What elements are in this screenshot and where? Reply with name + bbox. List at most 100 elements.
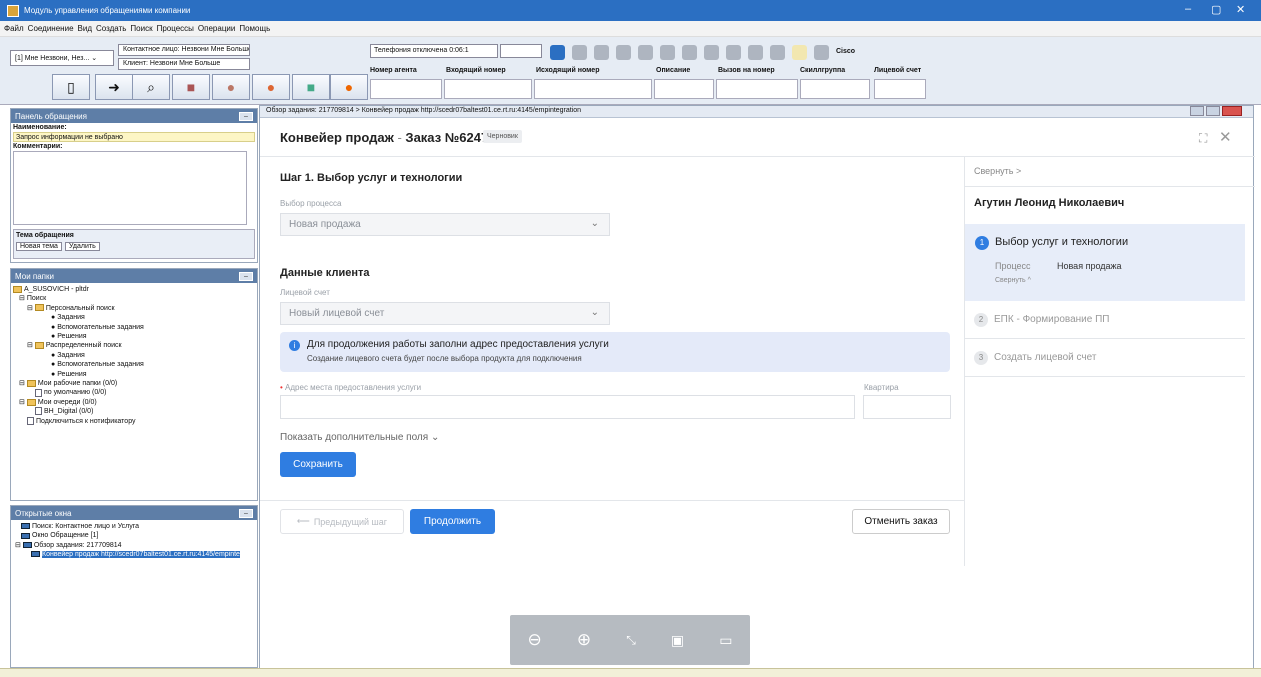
menu-view[interactable]: Вид xyxy=(78,24,92,33)
tree-item[interactable]: A_SUSOVICH - pltdr xyxy=(13,285,255,294)
tree-item[interactable]: ⊟ Поиск xyxy=(13,294,255,303)
page-title: Конвейер продаж - Заказ №6247 xyxy=(280,130,489,145)
close-button[interactable]: ✕ xyxy=(1236,3,1245,16)
report-button[interactable]: ■ xyxy=(292,74,330,100)
close-icon[interactable]: ✕ xyxy=(1219,128,1232,146)
apartment-input[interactable] xyxy=(863,395,951,419)
step-active[interactable]: 1 Выбор услуг и технологии Процесс Новая … xyxy=(965,224,1245,301)
fullscreen-icon[interactable]: ⛶ xyxy=(1199,131,1207,146)
tree-item[interactable]: ⊟ Персональный поиск xyxy=(13,304,255,313)
settings-icon[interactable] xyxy=(814,45,829,60)
search-button[interactable]: ⌕ xyxy=(132,74,170,100)
cancel-order-button[interactable]: Отменить заказ xyxy=(852,509,950,534)
account-select[interactable]: Новый лицевой счет ⌄ xyxy=(280,302,610,325)
request-panel-header: Панель обращения – xyxy=(11,109,257,123)
process-select[interactable]: Новая продажа ⌄ xyxy=(280,213,610,236)
window-item[interactable]: Поиск: Контактное лицо и Услуга xyxy=(13,522,255,531)
window-item[interactable]: ⊟ Обзор задания: 217709814 xyxy=(13,541,255,550)
collapse-small-link[interactable]: Свернуть ^ xyxy=(995,277,1031,284)
step-3[interactable]: 3 Создать лицевой счет xyxy=(974,351,1096,365)
mute-icon[interactable] xyxy=(682,45,697,60)
info-banner: i Для продолжения работы заполни адрес п… xyxy=(280,332,950,372)
zoom-in-icon[interactable]: ⊕ xyxy=(577,630,591,650)
address-label: • Адрес места предоставления услуги xyxy=(280,383,422,392)
menu-file[interactable]: Файл xyxy=(4,24,24,33)
open-button[interactable]: ➜ xyxy=(95,74,133,100)
dial-icon[interactable] xyxy=(770,45,785,60)
new-document-button[interactable]: ▯ xyxy=(52,74,90,100)
money-button[interactable]: ● xyxy=(252,74,290,100)
tree-item[interactable]: ⊟ Мои очереди (0/0) xyxy=(13,398,255,407)
client-section-title: Данные клиента xyxy=(280,267,370,279)
minimize-folders-button[interactable]: – xyxy=(239,271,253,281)
menu-create[interactable]: Создать xyxy=(96,24,126,33)
title-bar: Модуль управления обращениями компании –… xyxy=(0,0,1261,21)
menu-connection[interactable]: Соединение xyxy=(28,24,74,33)
account-field[interactable] xyxy=(874,79,926,99)
comments-textarea[interactable] xyxy=(13,151,247,225)
queue-icon[interactable] xyxy=(748,45,763,60)
save-button[interactable]: Сохранить xyxy=(280,452,356,477)
menu-search[interactable]: Поиск xyxy=(130,24,152,33)
collapse-link[interactable]: Свернуть > xyxy=(974,166,1021,176)
mdi-title: Обзор задания: 217709814 > Конвейер прод… xyxy=(260,106,1253,118)
skill-group-field[interactable] xyxy=(800,79,870,99)
more-fields-link[interactable]: Показать дополнительные поля ⌄ xyxy=(280,432,439,443)
hangup-icon[interactable] xyxy=(616,45,631,60)
tree-item[interactable]: ● Вспомогательные задания xyxy=(13,360,255,369)
outgoing-number-field[interactable] xyxy=(534,79,652,99)
maximize-button[interactable]: ▢ xyxy=(1211,3,1221,16)
chevron-down-icon: ⌄ xyxy=(590,307,599,318)
hold-icon[interactable] xyxy=(594,45,609,60)
agents-icon[interactable] xyxy=(726,45,741,60)
continue-button[interactable]: Продолжить xyxy=(410,509,495,534)
address-input[interactable] xyxy=(280,395,855,419)
step-number-badge: 3 xyxy=(974,351,988,365)
menu-processes[interactable]: Процессы xyxy=(157,24,194,33)
agent-number-field[interactable] xyxy=(370,79,442,99)
mdi-close-button[interactable] xyxy=(1222,106,1242,116)
tree-item[interactable]: BH_Digital (0/0) xyxy=(13,407,255,416)
step-2[interactable]: 2 ЕПК - Формирование ПП xyxy=(974,313,1109,327)
tools-icon[interactable] xyxy=(792,45,807,60)
tree-item[interactable]: ● Задания xyxy=(13,351,255,360)
tree-item[interactable]: ● Задания xyxy=(13,313,255,322)
presentation-icon[interactable]: ▣ xyxy=(671,632,684,649)
new-topic-button[interactable]: Новая тема xyxy=(16,242,62,251)
minimize-button[interactable]: – xyxy=(1185,3,1191,15)
window-item-selected[interactable]: Конвейер продаж http://scedr07baltest01.… xyxy=(13,550,255,559)
tree-item[interactable]: ● Решения xyxy=(13,370,255,379)
minimize-open-windows-button[interactable]: – xyxy=(239,508,253,518)
folder-button[interactable]: ■ xyxy=(172,74,210,100)
delete-topic-button[interactable]: Удалить xyxy=(65,242,100,251)
user-button[interactable]: ● xyxy=(212,74,250,100)
fit-screen-icon[interactable]: ⤡ xyxy=(626,633,636,648)
mdi-restore-button[interactable] xyxy=(1206,106,1220,116)
record-icon[interactable] xyxy=(704,45,719,60)
call-to-number-field[interactable] xyxy=(716,79,798,99)
tree-item[interactable]: Подключиться к нотификатору xyxy=(13,416,255,426)
conference-icon[interactable] xyxy=(660,45,675,60)
tree-item[interactable]: ⊟ Распределенный поиск xyxy=(13,341,255,350)
name-value[interactable]: Запрос информации не выбрано xyxy=(13,132,255,142)
tree-item[interactable]: по умолчанию (0/0) xyxy=(13,388,255,397)
description-field[interactable] xyxy=(654,79,714,99)
minimize-pane-button[interactable]: – xyxy=(239,111,253,121)
window-item[interactable]: Окно Обращение [1] xyxy=(13,531,255,540)
dollar-button[interactable]: ● xyxy=(330,74,368,100)
phone-status-icon[interactable] xyxy=(550,45,565,60)
mdi-minimize-button[interactable] xyxy=(1190,106,1204,116)
tree-item[interactable]: ⊟ Мои рабочие папки (0/0) xyxy=(13,379,255,388)
answer-icon[interactable] xyxy=(572,45,587,60)
menu-help[interactable]: Помощь xyxy=(239,24,270,33)
menu-operations[interactable]: Операции xyxy=(198,24,235,33)
incoming-number-field[interactable] xyxy=(444,79,532,99)
prev-step-button[interactable]: ⟵ Предыдущий шаг xyxy=(280,509,404,534)
zoom-toolbar: ⊖ ⊕ ⤡ ▣ ▭ xyxy=(510,615,750,665)
tree-item[interactable]: ● Вспомогательные задания xyxy=(13,323,255,332)
contact-combo[interactable]: [1] Мне Незвони, Нез... ⌄ xyxy=(10,50,114,66)
transfer-icon[interactable] xyxy=(638,45,653,60)
tree-item[interactable]: ● Решения xyxy=(13,332,255,341)
comment-icon[interactable]: ▭ xyxy=(719,632,732,649)
zoom-out-icon[interactable]: ⊖ xyxy=(528,630,542,650)
